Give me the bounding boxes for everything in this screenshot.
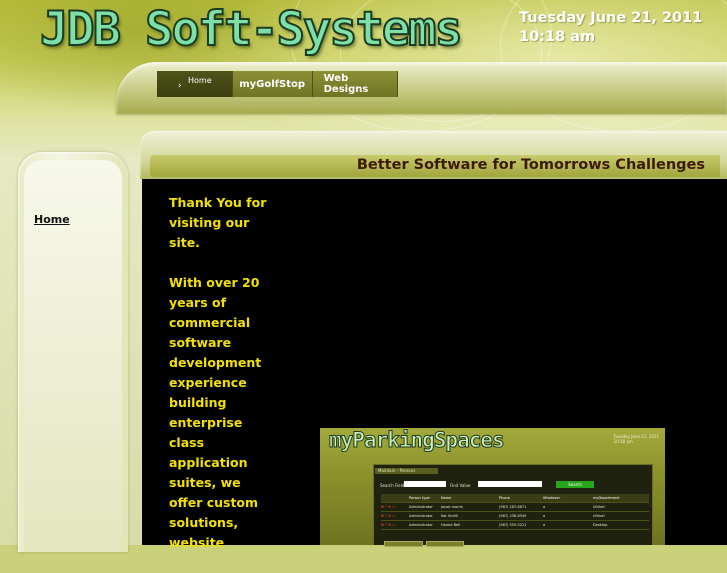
table-cell: ✖ ? ⚙ ⚠	[381, 505, 396, 509]
table-header-cell: Name	[441, 496, 452, 500]
screenshot-find-input	[478, 481, 542, 487]
nav-item-mygolfstop[interactable]: myGolfStop	[233, 71, 313, 97]
table-header-cell: Whatever	[543, 496, 561, 500]
table-header-cell: Person type	[409, 496, 430, 500]
table-cell: (987) 238-6549	[499, 514, 527, 518]
top-navigation: › Home myGolfStop Web Designs	[157, 71, 398, 97]
nav-item-label: myGolfStop	[239, 78, 306, 90]
screenshot-date: Tuesday June 21, 2011 10:18 am	[614, 434, 659, 444]
sidebar	[18, 152, 128, 552]
table-cell: ✖ ? ⚙ ⚠	[381, 514, 396, 518]
sidebar-link-home[interactable]: Home	[34, 213, 70, 226]
header-datetime: Tuesday June 21, 2011 10:18 am	[519, 9, 702, 47]
table-cell: Kat Smith	[441, 514, 459, 518]
table-cell: Harold Bell	[441, 523, 461, 527]
nav-item-label: Web Designs	[323, 73, 369, 95]
header-date: Tuesday June 21, 2011	[519, 10, 703, 26]
table-header-cell: myDepartment	[593, 496, 620, 500]
page-title: Better Software for Tomorrows Challenges	[356, 157, 705, 173]
screenshot-tab	[384, 541, 423, 547]
screenshot-search-label: Search Field	[380, 483, 405, 488]
table-row: ✖ ? ⚙ ⚠ Administrator Jacob morris (987)…	[381, 503, 649, 512]
nav-item-label: Home	[188, 75, 212, 85]
table-cell: (987) 287-6671	[499, 505, 527, 509]
nav-item-home[interactable]: › Home	[157, 71, 233, 97]
screenshot-find-label: Find Value	[450, 483, 471, 488]
table-cell: Administrator	[409, 514, 433, 518]
table-cell: Administrator	[409, 505, 433, 509]
table-cell: a	[543, 505, 546, 509]
screenshot-search-button: Search	[556, 481, 594, 488]
table-cell: a	[543, 514, 546, 518]
screenshot-time-line: 10:18 am	[613, 439, 633, 444]
screenshot-search-bar: Search Field Find Value Search	[378, 480, 650, 490]
table-cell: Ufribel	[593, 514, 605, 518]
table-cell: ✖ ? ⚙ ⚠	[381, 523, 396, 527]
chevron-right-icon: ›	[178, 81, 182, 91]
table-cell: (987) 555-5221	[499, 523, 527, 527]
screenshot-tabs	[384, 541, 464, 547]
screenshot-logo: myParkingSpaces	[329, 428, 506, 453]
screenshot-panel-title: Maintain – Persons	[375, 468, 438, 474]
intro-paragraph: Thank You for visiting our site.	[169, 195, 267, 250]
table-header-cell: Phone	[499, 496, 510, 500]
table-header-row: Person type Name Phone Whatever myDepart…	[381, 494, 649, 503]
header-time: 10:18 am	[519, 29, 596, 45]
site-logo[interactable]: JDB Soft-Systems	[39, 1, 464, 58]
table-cell: Desktop	[593, 523, 608, 527]
table-row: ✖ ? ⚙ ⚠ Administrator Harold Bell (987) …	[381, 521, 649, 530]
table-row: ✖ ? ⚙ ⚠ Administrator Kat Smith (987) 23…	[381, 512, 649, 521]
intro-text: Thank You for visiting our site. With ov…	[169, 193, 277, 573]
screenshot-table: Person type Name Phone Whatever myDepart…	[381, 494, 649, 530]
table-cell: Administrator	[409, 523, 433, 527]
intro-paragraph: With over 20 years of commercial softwar…	[169, 275, 262, 550]
table-cell: a	[543, 523, 546, 527]
table-cell: Jacob morris	[441, 505, 463, 509]
table-cell: Ufribel	[593, 505, 605, 509]
screenshot-tab	[425, 541, 464, 547]
screenshot-search-input	[404, 481, 446, 487]
nav-item-web-designs[interactable]: Web Designs	[313, 71, 398, 97]
